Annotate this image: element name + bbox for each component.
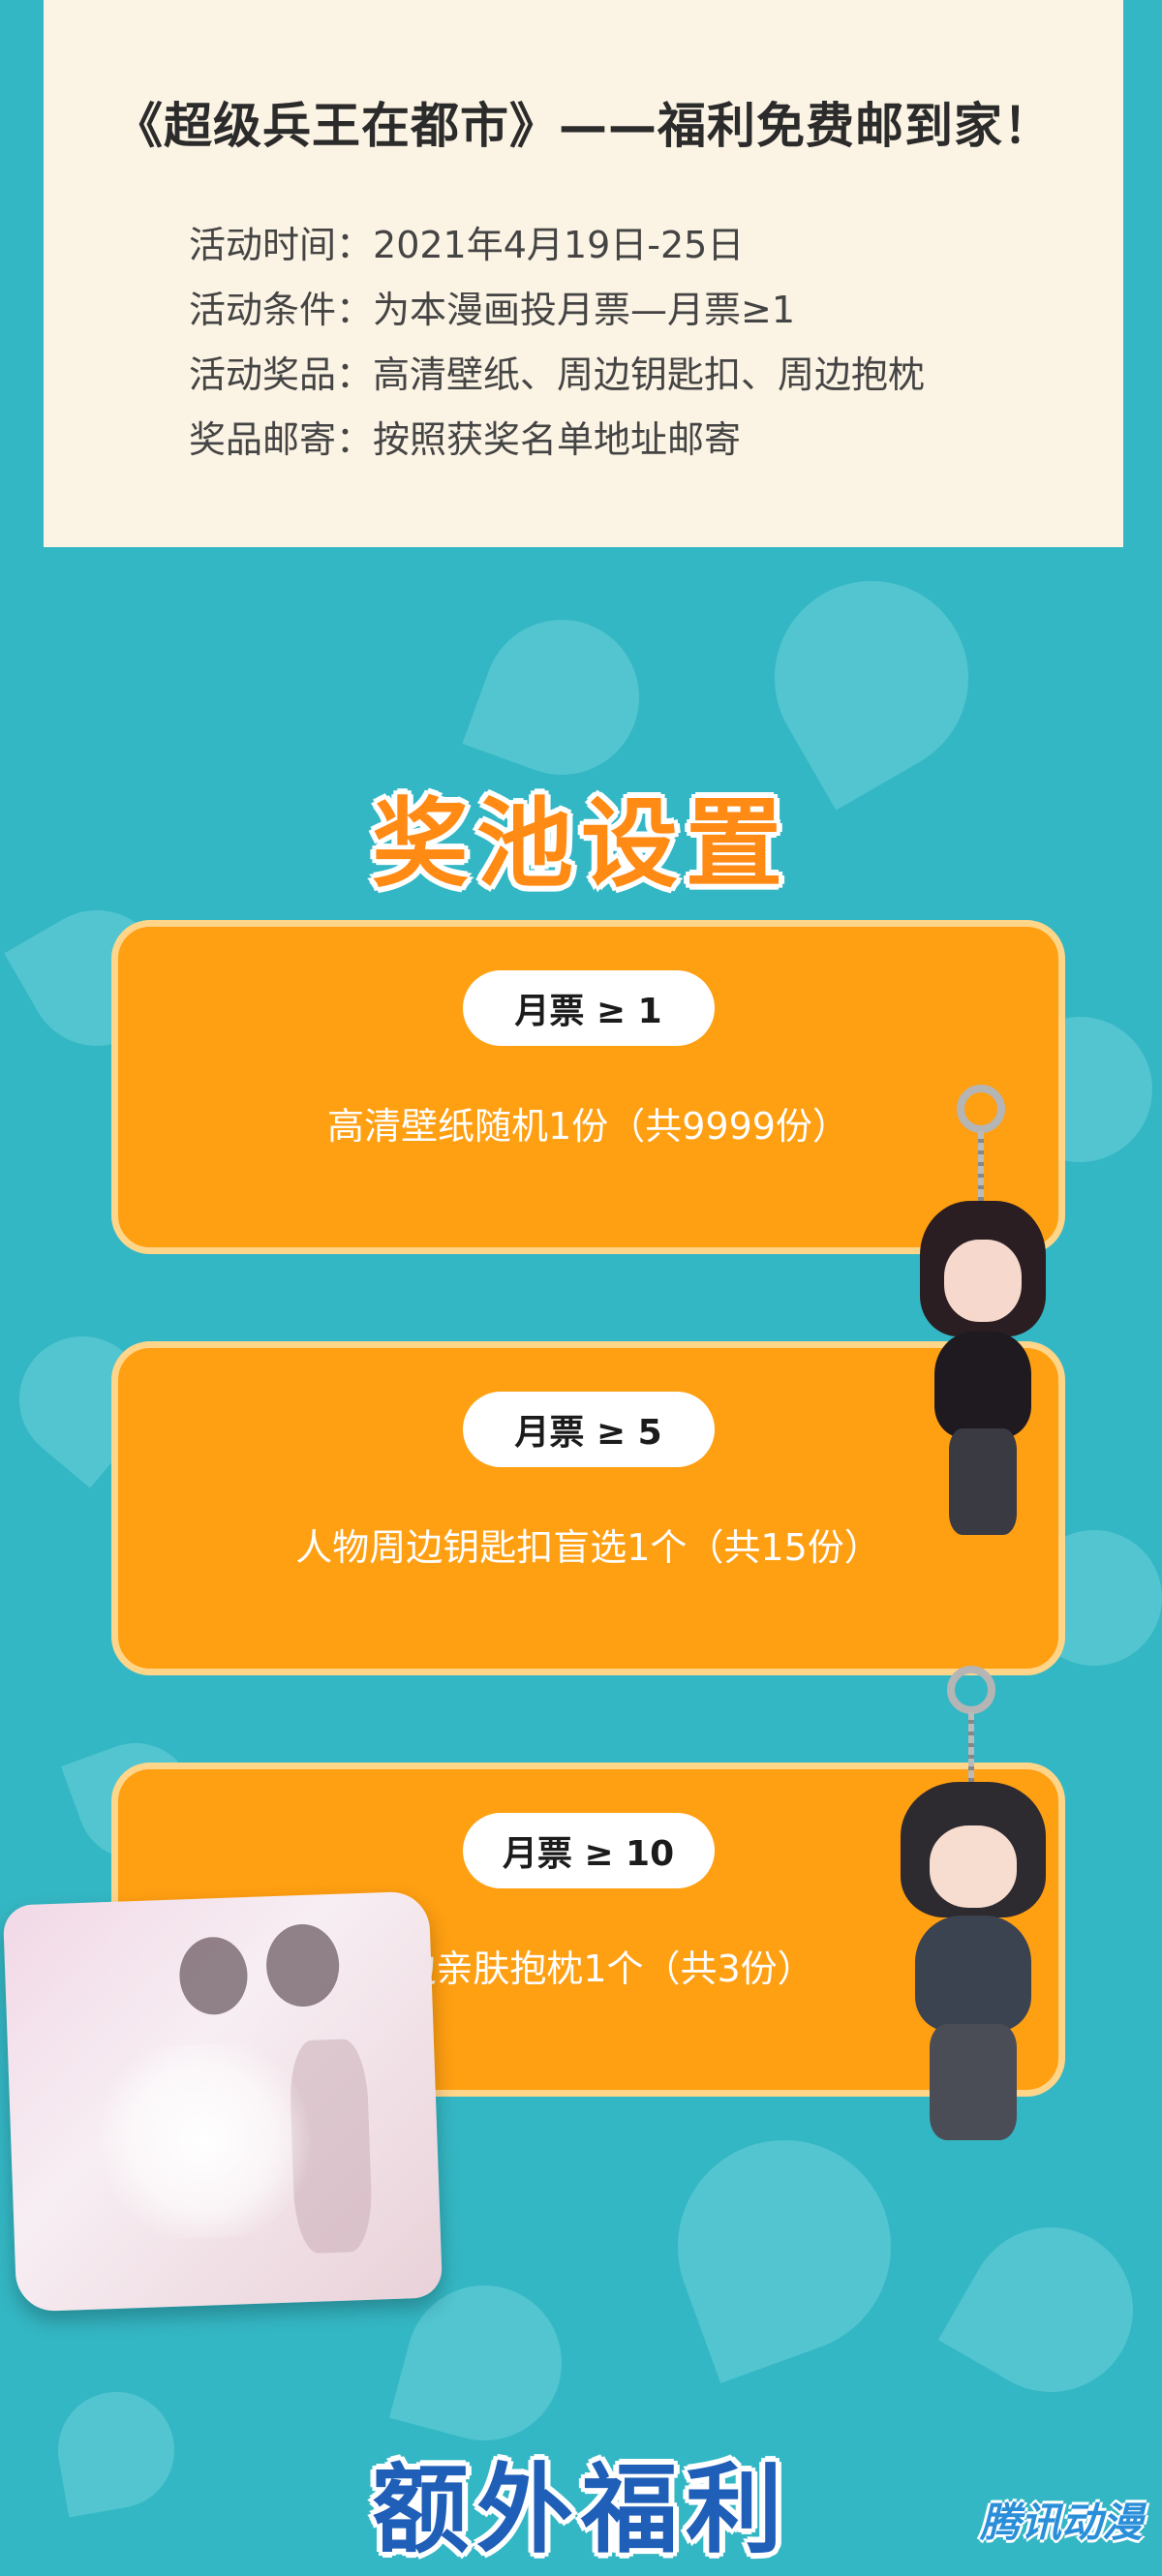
keychain-character-female	[881, 1085, 1094, 1549]
info-panel: 《超级兵王在都市》——福利免费邮到家！ 活动时间：2021年4月19日-25日 …	[44, 0, 1123, 547]
detail-prizes: 活动奖品：高清壁纸、周边钥匙扣、周边抱枕	[189, 343, 925, 408]
tier-threshold: 月票 ≥ 5	[462, 1392, 715, 1467]
detail-value: 按照获奖名单地址邮寄	[373, 418, 742, 461]
detail-label: 活动奖品：	[189, 353, 374, 396]
event-details: 活动时间：2021年4月19日-25日 活动条件：为本漫画投月票—月票≥1 活动…	[189, 213, 925, 473]
prize-pool-heading: 奖池设置	[372, 787, 790, 901]
tencent-comic-watermark: 腾讯动漫	[979, 2499, 1143, 2546]
detail-label: 活动时间：	[189, 224, 374, 266]
detail-label: 活动条件：	[189, 289, 374, 331]
detail-value: 2021年4月19日-25日	[373, 224, 745, 266]
event-title: 《超级兵王在都市》——福利免费邮到家！	[114, 98, 1053, 154]
tier-threshold: 月票 ≥ 10	[462, 1813, 715, 1888]
keychain-character-male	[862, 1666, 1085, 2150]
detail-time: 活动时间：2021年4月19日-25日	[189, 213, 925, 278]
tier-threshold: 月票 ≥ 1	[462, 970, 715, 1046]
detail-value: 为本漫画投月票—月票≥1	[373, 289, 796, 331]
detail-condition: 活动条件：为本漫画投月票—月票≥1	[189, 278, 925, 343]
detail-mailing: 奖品邮寄：按照获奖名单地址邮寄	[189, 408, 925, 473]
detail-label: 奖品邮寄：	[189, 418, 374, 461]
detail-value: 高清壁纸、周边钥匙扣、周边抱枕	[373, 353, 926, 396]
body-pillow-image	[2, 1890, 443, 2313]
